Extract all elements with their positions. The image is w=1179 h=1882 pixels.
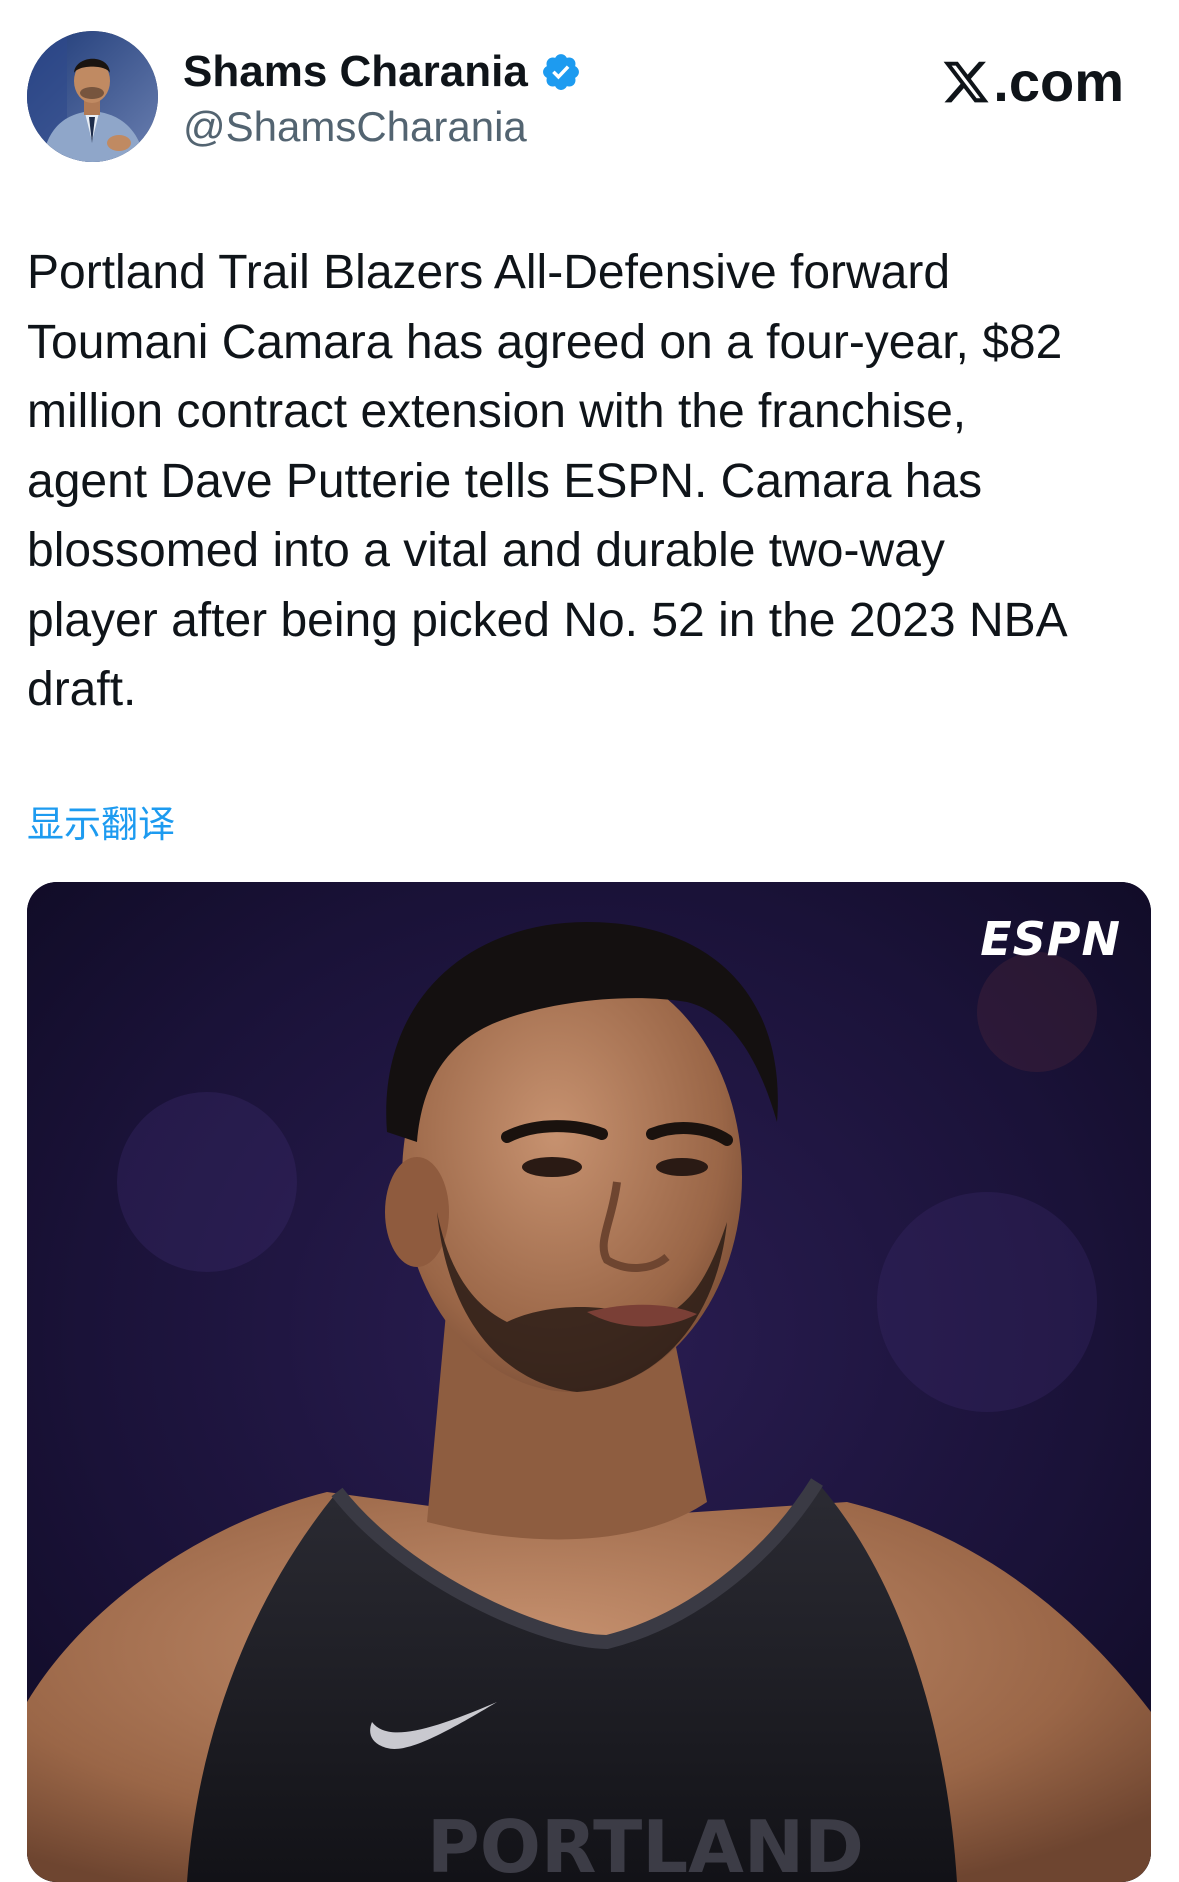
author-avatar[interactable] bbox=[27, 31, 158, 162]
player-photo: PORTLAND bbox=[27, 882, 1151, 1882]
tweet-media-image[interactable]: PORTLAND ESPN bbox=[27, 882, 1151, 1882]
show-translation-link[interactable]: 显示翻译 bbox=[27, 800, 175, 850]
tweet-text: Portland Trail Blazers All-Defensive for… bbox=[27, 246, 1068, 716]
author-display-name[interactable]: Shams Charania bbox=[183, 46, 528, 98]
author-name-row: Shams Charania bbox=[183, 46, 582, 98]
x-logo-icon bbox=[941, 57, 991, 107]
espn-watermark: ESPN bbox=[980, 912, 1121, 966]
tweet-header: Shams Charania @ShamsCharania .com bbox=[0, 0, 1179, 180]
site-label: .com bbox=[993, 50, 1124, 113]
author-handle[interactable]: @ShamsCharania bbox=[183, 102, 527, 152]
verified-badge-icon bbox=[540, 51, 582, 93]
jersey-lettering: PORTLAND bbox=[427, 1805, 864, 1882]
x-com-brand: .com bbox=[941, 52, 1124, 112]
